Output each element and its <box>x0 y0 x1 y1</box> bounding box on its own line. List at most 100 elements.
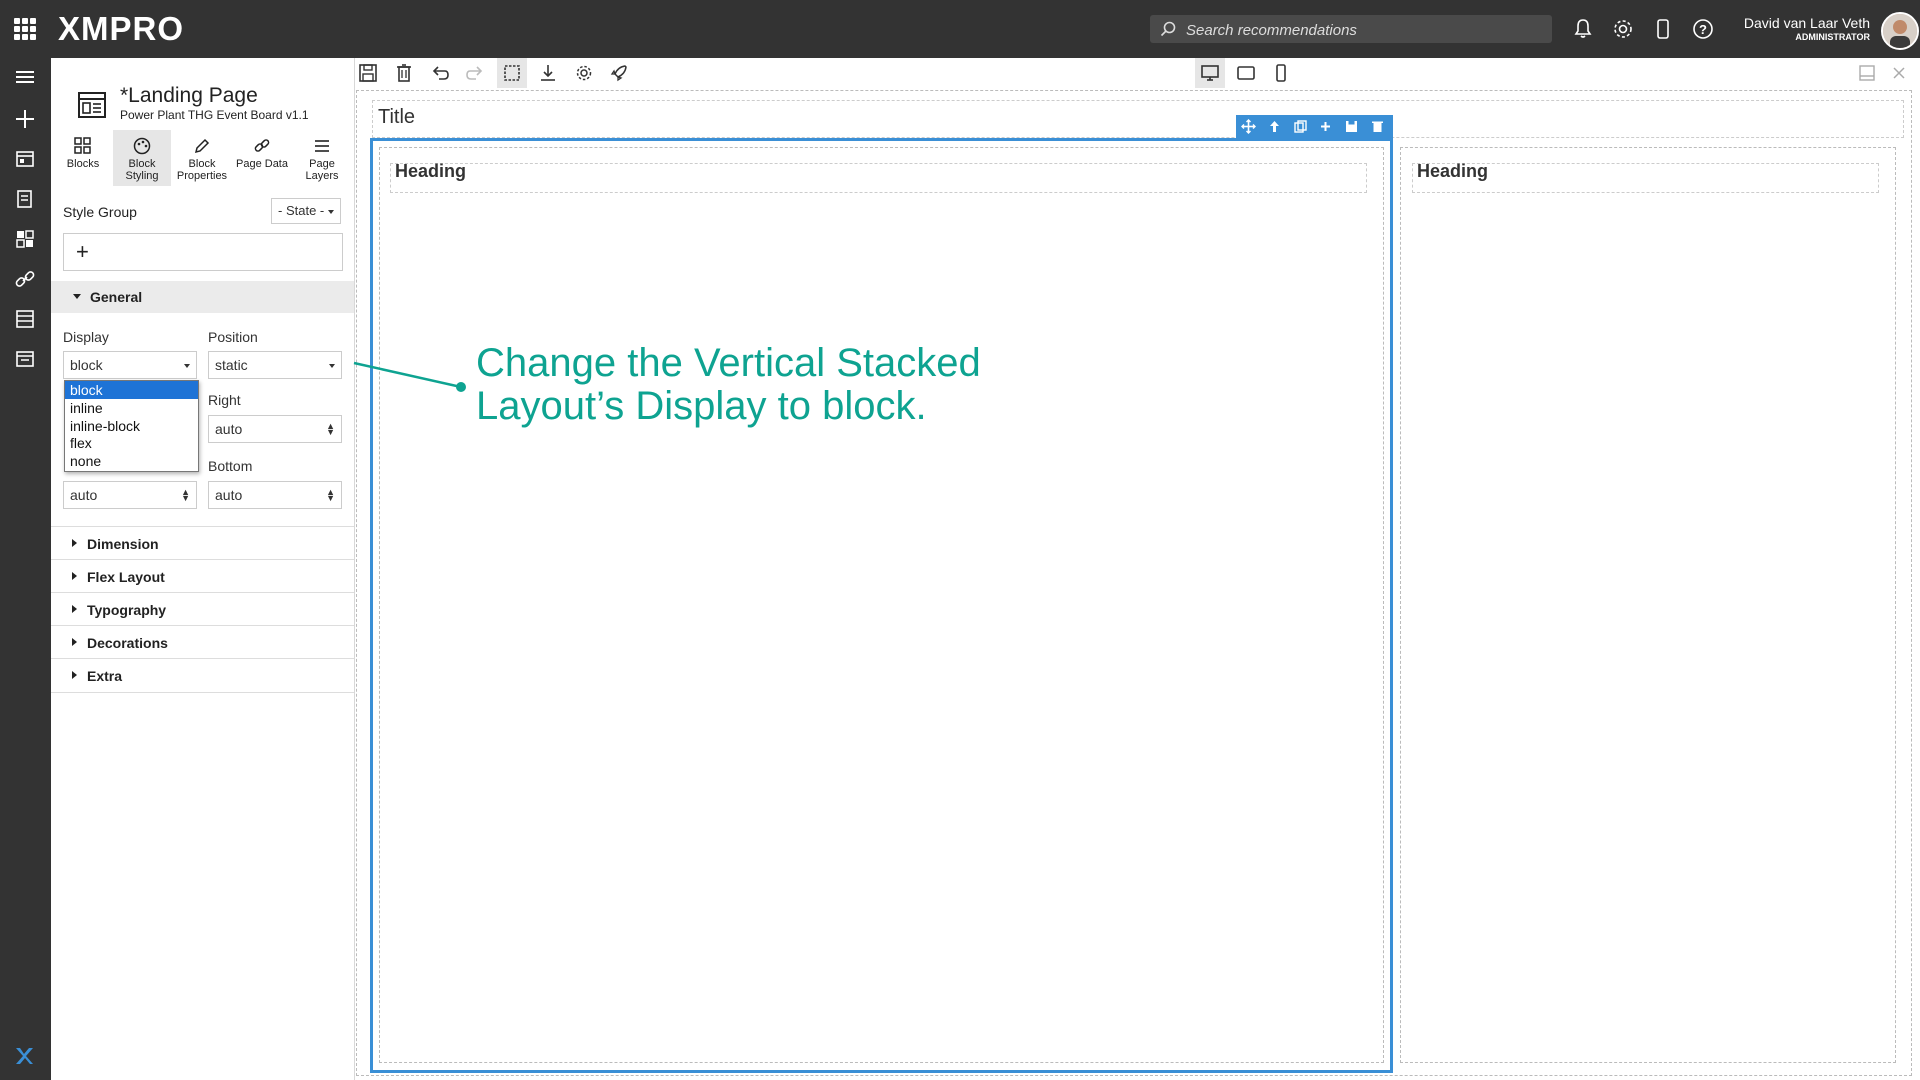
chevron-down-icon <box>329 364 335 368</box>
caret-down-icon <box>73 294 81 299</box>
display-option-inline[interactable]: inline <box>65 399 198 417</box>
bottom-input[interactable]: auto ▲ ▼ <box>208 481 342 509</box>
add-icon[interactable] <box>1318 119 1333 134</box>
search-input[interactable] <box>1184 15 1548 45</box>
gear-icon[interactable] <box>1608 14 1638 44</box>
section-flex-layout[interactable]: Flex Layout <box>51 559 354 593</box>
recommendations-icon[interactable] <box>12 186 38 212</box>
xmpro-x-icon[interactable] <box>12 1044 36 1068</box>
tab-label: Page <box>309 158 335 170</box>
apps-list-icon[interactable] <box>12 306 38 332</box>
heading-text[interactable]: Heading <box>395 161 466 182</box>
page-subtitle: Power Plant THG Event Board v1.1 <box>120 108 309 122</box>
bell-icon[interactable] <box>1568 14 1598 44</box>
desktop-icon[interactable] <box>1199 62 1221 84</box>
stepper-icon[interactable]: ▲ ▼ <box>326 488 335 503</box>
heading-block[interactable] <box>390 163 1367 193</box>
save-icon[interactable] <box>1344 119 1359 134</box>
section-decorations[interactable]: Decorations <box>51 625 354 659</box>
caret-right-icon <box>72 671 77 679</box>
section-dimension[interactable]: Dimension <box>51 526 354 560</box>
vertical-stacked-layout-inner[interactable] <box>379 147 1384 1063</box>
right-input[interactable]: auto ▲ ▼ <box>208 415 342 443</box>
menu-icon[interactable] <box>12 64 38 90</box>
add-icon[interactable] <box>12 106 38 132</box>
stepper-icon[interactable]: ▲ ▼ <box>326 422 335 437</box>
save-icon[interactable] <box>357 62 379 84</box>
state-select[interactable]: - State - <box>271 198 341 224</box>
tab-page-data[interactable]: Page Data <box>233 130 291 186</box>
state-select-value: - State - <box>278 203 325 218</box>
tab-page-layers[interactable]: Page Layers <box>293 130 351 186</box>
position-select[interactable]: static <box>208 351 342 379</box>
avatar[interactable] <box>1881 12 1919 50</box>
user-name[interactable]: David van Laar Veth <box>1650 15 1870 31</box>
search-bar[interactable] <box>1150 15 1552 45</box>
mobile-icon[interactable] <box>1270 62 1292 84</box>
tab-block-properties[interactable]: Block Properties <box>173 130 231 186</box>
section-typography[interactable]: Typography <box>51 592 354 626</box>
dashed-square-icon[interactable] <box>501 62 523 84</box>
redo-icon[interactable] <box>464 62 486 84</box>
caret-right-icon <box>72 539 77 547</box>
tab-label: Blocks <box>66 158 100 170</box>
arrow-up-icon[interactable] <box>1267 119 1282 134</box>
layers-icon <box>315 140 329 152</box>
link-icon[interactable] <box>12 266 38 292</box>
xmpro-logo: XMPRO <box>58 10 185 47</box>
tab-label: Properties <box>176 170 228 182</box>
section-label: Decorations <box>87 635 168 651</box>
vertical-stacked-layout[interactable] <box>1400 147 1896 1063</box>
annotation-line-2: Layout’s Display to block. <box>476 384 927 428</box>
title-block[interactable] <box>372 100 1904 138</box>
data-stream-icon[interactable] <box>12 346 38 372</box>
tab-label: Styling <box>125 170 159 182</box>
tab-label: Layers <box>305 170 339 182</box>
tab-block-styling[interactable]: Block Styling <box>113 130 171 186</box>
tablet-icon[interactable] <box>1235 62 1257 84</box>
rocket-icon[interactable] <box>608 62 630 84</box>
clone-icon[interactable] <box>1293 119 1308 134</box>
right-label: Right <box>208 392 241 408</box>
bottom-input-value: auto <box>215 487 243 503</box>
user-role: ADMINISTRATOR <box>1795 32 1870 42</box>
pencil-icon <box>194 138 210 154</box>
trash-icon[interactable] <box>1370 119 1385 134</box>
chevron-down-icon <box>328 210 334 214</box>
download-icon[interactable] <box>537 62 559 84</box>
add-style-group-button[interactable]: + <box>63 233 343 271</box>
undo-icon[interactable] <box>429 62 451 84</box>
panel-toggle-icon[interactable] <box>1858 64 1876 82</box>
tab-label: Block <box>188 158 216 170</box>
stepper-icon[interactable]: ▲ ▼ <box>181 488 190 503</box>
search-icon <box>1160 21 1176 37</box>
left-input[interactable]: auto ▲ ▼ <box>63 481 197 509</box>
settings-icon[interactable] <box>573 62 595 84</box>
tab-label: Block <box>128 158 156 170</box>
chevron-down-icon <box>184 364 190 368</box>
tab-blocks[interactable]: Blocks <box>54 130 112 186</box>
annotation-line-1: Change the Vertical Stacked <box>476 341 981 385</box>
display-option-flex[interactable]: flex <box>65 434 198 452</box>
apps-grid-icon[interactable] <box>14 18 36 40</box>
display-select[interactable]: block <box>63 351 197 379</box>
pages-icon[interactable] <box>12 146 38 172</box>
display-dropdown-list: block inline inline-block flex none <box>64 380 199 472</box>
close-icon[interactable] <box>1890 64 1908 82</box>
display-option-block[interactable]: block <box>65 381 198 399</box>
palette-icon <box>133 137 151 155</box>
dashboard-icon[interactable] <box>12 226 38 252</box>
section-label: Flex Layout <box>87 569 165 585</box>
display-select-value: block <box>70 357 103 373</box>
caret-right-icon <box>72 605 77 613</box>
trash-icon[interactable] <box>393 62 415 84</box>
style-group-label: Style Group <box>63 204 137 220</box>
section-label: Extra <box>87 668 123 684</box>
display-option-inline-block[interactable]: inline-block <box>65 417 198 435</box>
heading-text[interactable]: Heading <box>1417 161 1488 182</box>
section-extra[interactable]: Extra <box>51 658 354 693</box>
blocks-icon <box>74 137 91 154</box>
canvas-title[interactable]: Title <box>378 106 415 129</box>
display-option-none[interactable]: none <box>65 452 198 470</box>
move-icon[interactable] <box>1241 119 1256 134</box>
